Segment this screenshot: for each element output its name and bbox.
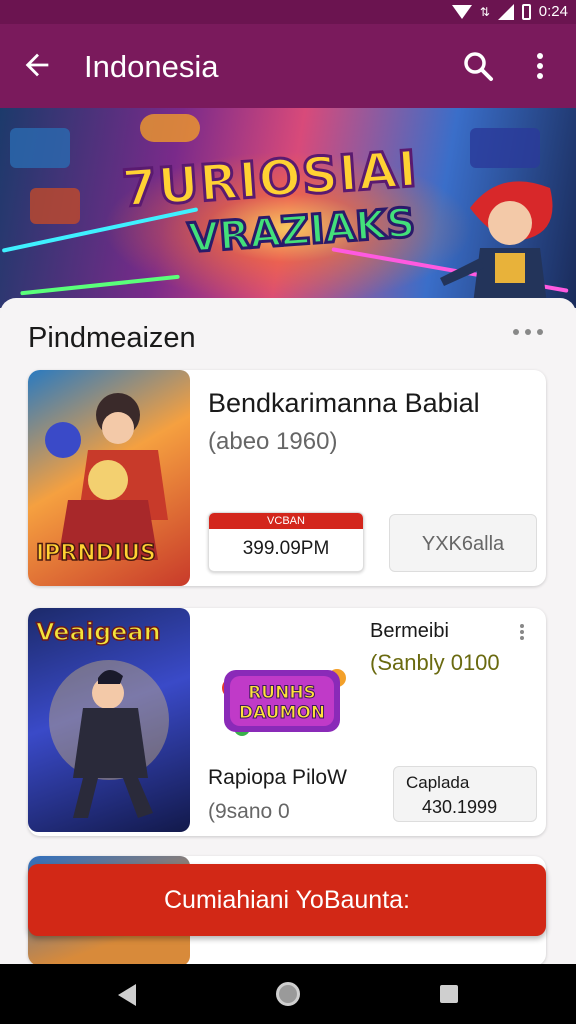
search-button[interactable]	[458, 46, 498, 86]
light-streak	[20, 274, 180, 296]
hero-banner[interactable]: 7URIOSIAI VRAZIAKS	[0, 108, 576, 308]
game-card[interactable]: IPRNDIUS Bendkarimanna Babial (abeo 1960…	[28, 370, 546, 586]
nav-recents-icon[interactable]	[440, 985, 458, 1003]
nav-back-icon[interactable]	[118, 984, 136, 1006]
game-thumbnail[interactable]: IPRNDIUS	[28, 370, 190, 586]
price-button[interactable]: VCBAN 399.09PM	[208, 512, 364, 572]
thumbnail-label: Veaigean	[35, 617, 161, 647]
thumbnail-label: IPRNDIUS	[35, 540, 156, 567]
secondary-action-button[interactable]: YXK6alla	[389, 514, 537, 572]
card-overflow-button[interactable]	[516, 622, 528, 642]
battery-icon	[521, 3, 531, 20]
more-vert-icon	[520, 624, 524, 640]
price-value: 399.09PM	[242, 538, 330, 559]
status-bar: ⇅ 0:24	[0, 0, 576, 24]
price-tag: VCBAN	[209, 513, 363, 529]
back-button[interactable]	[20, 48, 60, 88]
more-horiz-icon	[513, 329, 543, 335]
price-value: 430.1999	[422, 797, 498, 817]
wifi-icon	[451, 4, 472, 19]
signal-icon	[497, 3, 514, 20]
price-button[interactable]: Caplada 430.1999	[393, 766, 537, 822]
overflow-menu-button[interactable]	[524, 46, 556, 86]
back-arrow-icon	[25, 53, 49, 77]
arcade-screen	[470, 128, 540, 168]
section-title: Pindmeaizen	[28, 322, 196, 354]
arcade-screen	[10, 128, 70, 168]
card-subtitle: (Sanbly 0100	[370, 650, 500, 675]
app-bar: Indonesia	[0, 24, 576, 108]
price-label: Caplada	[406, 773, 470, 792]
status-time: 0:24	[538, 3, 568, 20]
floating-object	[140, 114, 200, 142]
content-panel: Pindmeaizen IPRNDIUS Bendkarimanna Babia…	[0, 298, 576, 966]
arcade-screen	[30, 188, 80, 224]
game-meta: (9sano 0	[208, 800, 290, 823]
game-card[interactable]: Veaigean RUNHS DAUMON Bermeibi (Sanbly 01…	[28, 608, 546, 836]
hero-character-illustration	[440, 181, 553, 308]
more-vert-icon	[537, 53, 543, 79]
primary-cta-button[interactable]: Cumiahiani YoBaunta:	[28, 864, 546, 936]
game-name: Rapiopa PiloW	[208, 766, 347, 789]
search-icon	[464, 52, 493, 81]
card-subtitle: (abeo 1960)	[208, 428, 338, 455]
section-more-button[interactable]	[510, 322, 550, 342]
system-nav-bar	[0, 964, 576, 1024]
nav-home-icon[interactable]	[276, 982, 300, 1006]
app-title: Indonesia	[84, 49, 219, 84]
data-arrows-icon: ⇅	[479, 4, 490, 19]
logo-text: RUNHS DAUMON	[239, 683, 325, 723]
card-title: Bermeibi	[370, 620, 449, 642]
card-title: Bendkarimanna Babial	[208, 388, 480, 418]
game-logo: RUNHS DAUMON	[222, 669, 346, 736]
game-thumbnail[interactable]: Veaigean	[28, 608, 190, 832]
